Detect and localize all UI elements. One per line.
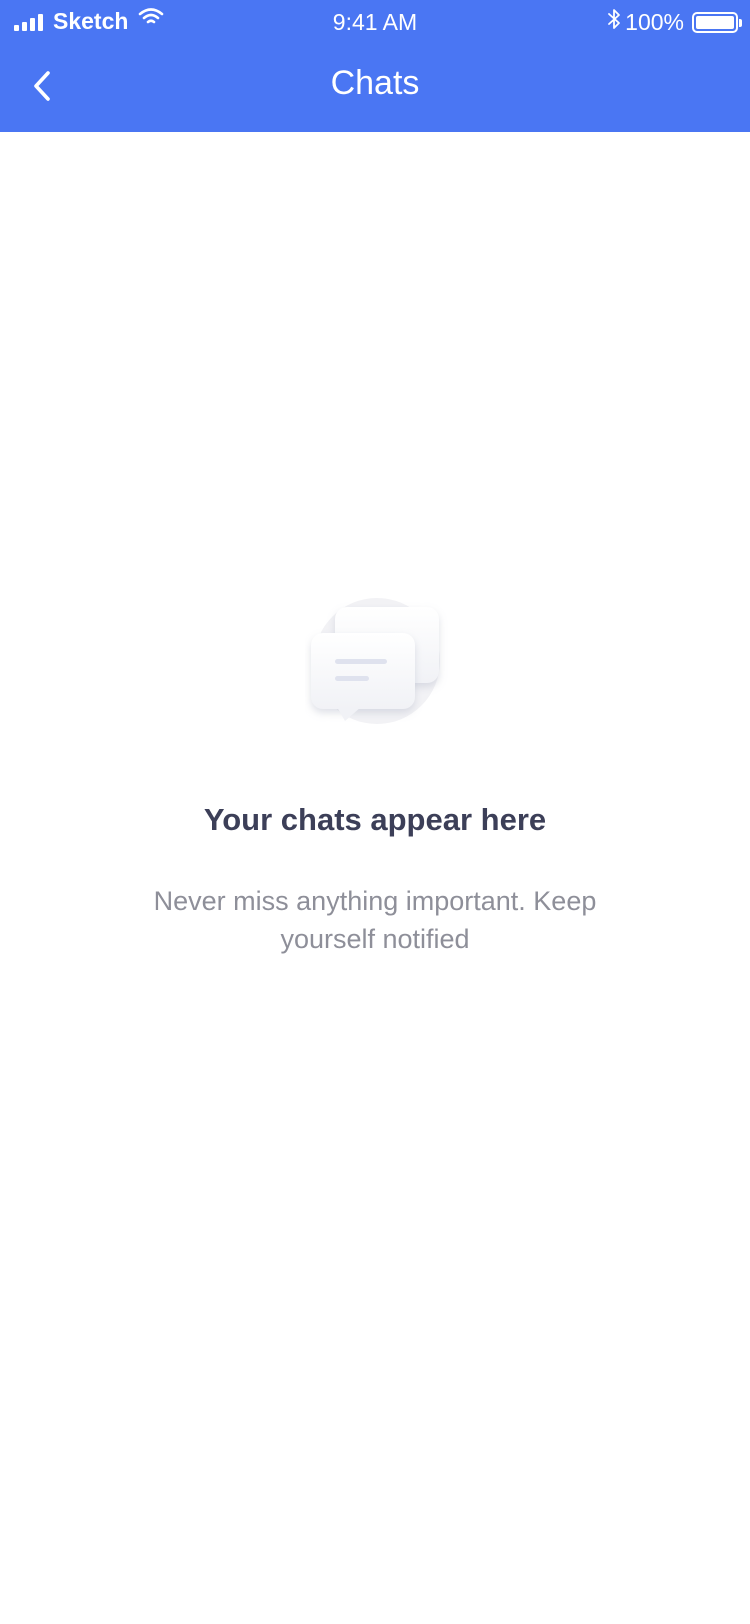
- battery-percentage: 100%: [625, 8, 684, 35]
- status-bar: Sketch 9:41 AM 100%: [0, 0, 750, 44]
- chats-screen: Sketch 9:41 AM 100% Chats Your chats app…: [0, 0, 750, 1624]
- battery-tip: [739, 18, 742, 27]
- battery-icon: [692, 11, 742, 33]
- status-bar-right: 100%: [607, 7, 742, 37]
- battery-level-fill: [696, 15, 734, 29]
- nav-bar: Chats: [0, 44, 750, 132]
- chat-bubbles-icon: [305, 595, 455, 735]
- bluetooth-icon: [607, 7, 621, 37]
- empty-state-title: Your chats appear here: [203, 802, 547, 837]
- header: Sketch 9:41 AM 100% Chats: [0, 0, 750, 132]
- page-title: Chats: [330, 64, 420, 102]
- empty-state-subtitle: Never miss anything important. Keep your…: [153, 886, 597, 954]
